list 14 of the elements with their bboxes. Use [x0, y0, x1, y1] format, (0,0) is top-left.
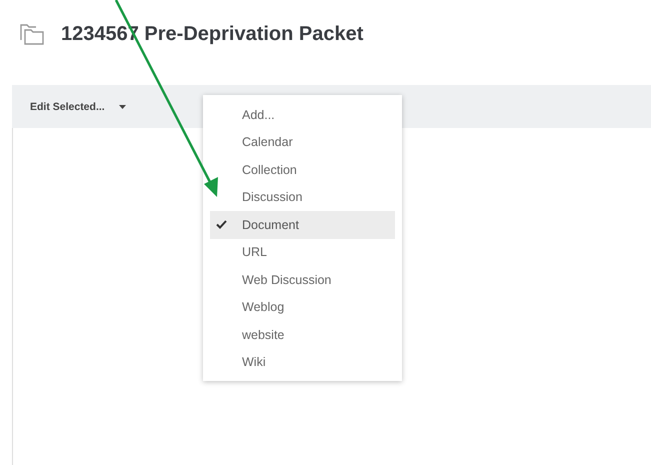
- checkmark-icon: [216, 220, 227, 229]
- menu-item[interactable]: Add...: [210, 101, 395, 128]
- menu-item[interactable]: URL: [210, 238, 395, 266]
- menu-item[interactable]: Document: [210, 211, 395, 238]
- menu-item[interactable]: Discussion: [210, 184, 395, 211]
- menu-item[interactable]: Web Discussion: [210, 266, 395, 294]
- folder-icon: [19, 23, 45, 45]
- menu-item[interactable]: Weblog: [210, 294, 395, 321]
- menu-item[interactable]: Calendar: [210, 128, 395, 156]
- edit-selected-dropdown[interactable]: Edit Selected...: [30, 100, 126, 112]
- menu-item[interactable]: website: [210, 321, 395, 348]
- caret-icon: [118, 104, 126, 108]
- menu-item[interactable]: Collection: [210, 156, 395, 184]
- menu-item[interactable]: Wiki: [210, 348, 395, 376]
